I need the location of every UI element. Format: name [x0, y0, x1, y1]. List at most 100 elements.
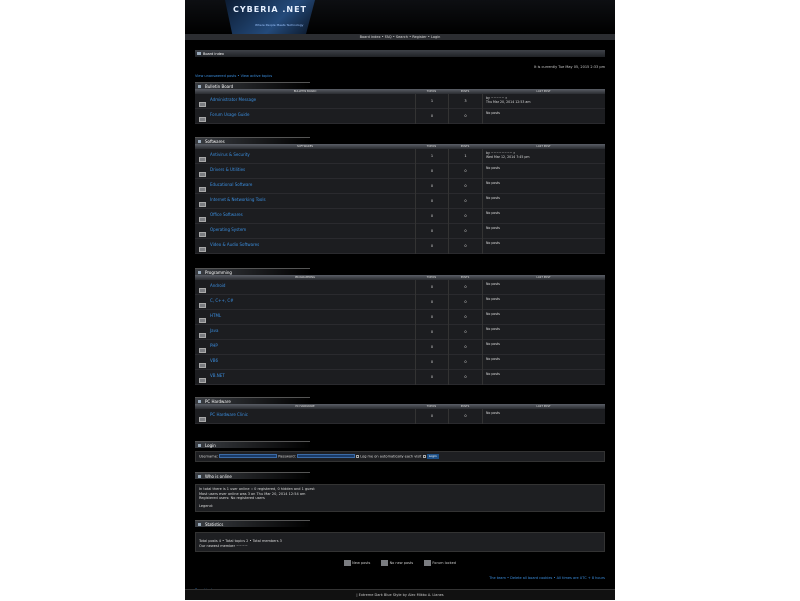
- forum-link[interactable]: Antivirus & Security: [210, 152, 250, 157]
- login-icon: [198, 444, 201, 447]
- forum-status-icon: [199, 157, 206, 162]
- forum-last-post: No posts: [482, 370, 605, 385]
- forum-row: VB6 0 0 No posts: [195, 355, 605, 370]
- hide-online-checkbox[interactable]: [422, 454, 426, 458]
- forum-section: Softwares SOFTWARES TOPICS POSTS LAST POST An…: [195, 137, 605, 254]
- forum-row: Drivers & Utilities 0 0 No posts: [195, 164, 605, 179]
- forum-link[interactable]: Java: [210, 328, 218, 333]
- forum-posts: 0: [448, 239, 482, 254]
- forum-link[interactable]: PC Hardware Clinic: [210, 412, 248, 417]
- forum-posts: 0: [448, 179, 482, 194]
- forum-topics: 0: [415, 409, 448, 424]
- forum-link[interactable]: Android: [210, 283, 225, 288]
- forum-topics: 0: [415, 239, 448, 254]
- forum-row: Antivirus & Security 1 1 by ~~~~~~~~ » Wed M…: [195, 149, 605, 164]
- login-title: Login: [205, 443, 216, 448]
- forum-topics: 0: [415, 295, 448, 310]
- section-title: PC Hardware: [195, 397, 310, 404]
- remember-checkbox[interactable]: [356, 454, 360, 458]
- forum-row: Operating System 0 0 No posts: [195, 224, 605, 239]
- breadcrumb-bar: Board index: [195, 50, 605, 57]
- forum-link[interactable]: VB6: [210, 358, 218, 363]
- forum-last-post: by ~~~~~~~~ » Wed Mar 12, 2014 7:45 pm: [482, 149, 605, 164]
- forum-status-icon: [199, 318, 206, 323]
- top-nav[interactable]: Board index • FAQ • Search • Register • …: [185, 34, 615, 40]
- online-legend: Legend:: [199, 503, 214, 508]
- forum-link[interactable]: Internet & Networking Tools: [210, 197, 266, 202]
- new-posts-icon: [344, 560, 352, 566]
- legend-locked: Forum locked: [432, 561, 456, 565]
- forum-topics: 0: [415, 325, 448, 340]
- forum-last-post: No posts: [482, 409, 605, 424]
- forum-posts: 0: [448, 164, 482, 179]
- forum-status-icon: [199, 363, 206, 368]
- stats-title: Statistics: [205, 522, 224, 527]
- forum-status-icon: [199, 303, 206, 308]
- page: CYBERIA .NET Where People Meets Technolo…: [185, 0, 615, 600]
- forum-status-icon: [199, 348, 206, 353]
- forum-link[interactable]: PHP: [210, 343, 218, 348]
- logo-title: CYBERIA .NET: [233, 5, 307, 14]
- stats-newest: Our newest member ~~~~: [199, 543, 248, 548]
- forum-link[interactable]: Drivers & Utilities: [210, 167, 245, 172]
- forum-posts: 0: [448, 340, 482, 355]
- logo-subtitle: Where People Meets Technology: [255, 23, 304, 27]
- online-registered: Registered users: No registered users: [199, 496, 265, 500]
- forum-last-post: No posts: [482, 325, 605, 340]
- forum-topics: 0: [415, 310, 448, 325]
- forum-status-icon: [199, 333, 206, 338]
- forum-last-post: No posts: [482, 194, 605, 209]
- forum-status-icon: [199, 187, 206, 192]
- forum-status-icon: [199, 247, 206, 252]
- username-label: Username:: [199, 454, 219, 459]
- breadcrumb-board-index[interactable]: Board index: [203, 52, 224, 56]
- category-icon: [198, 85, 201, 88]
- forum-last-post: No posts: [482, 355, 605, 370]
- section-title: Programming: [195, 268, 310, 275]
- forum-topics: 0: [415, 340, 448, 355]
- forum-posts: 0: [448, 409, 482, 424]
- forum-section: Programming PROGRAMMING TOPICS POSTS LAST PO…: [195, 268, 605, 385]
- quick-links[interactable]: View unanswered posts • View active topi…: [195, 74, 605, 78]
- forum-link[interactable]: Forum Usage Guide: [210, 112, 249, 117]
- username-input[interactable]: [219, 454, 278, 459]
- forum-link[interactable]: Educational Software: [210, 182, 252, 187]
- current-time: It is currently Tue May 05, 2015 2:33 pm: [534, 65, 605, 69]
- forum-link[interactable]: Operating System: [210, 227, 246, 232]
- forum-topics: 1: [415, 149, 448, 164]
- statistics-section: Statistics Total posts 4 • Total topics …: [195, 520, 605, 552]
- forum-row: HTML 0 0 No posts: [195, 310, 605, 325]
- forum-posts: 0: [448, 325, 482, 340]
- legend-no-new: No new posts: [389, 561, 414, 565]
- forum-row: Forum Usage Guide 0 0 No posts: [195, 109, 605, 124]
- section-title: Softwares: [195, 137, 310, 144]
- forum-row: Administrator Message 1 3 by ~~~~~ » Thu Mar…: [195, 94, 605, 109]
- forum-topics: 0: [415, 370, 448, 385]
- forum-topics: 0: [415, 179, 448, 194]
- forum-row: Android 0 0 No posts: [195, 280, 605, 295]
- stats-icon: [198, 523, 201, 526]
- forum-posts: 1: [448, 149, 482, 164]
- forum-posts: 0: [448, 209, 482, 224]
- forum-link[interactable]: Office Softwares: [210, 212, 243, 217]
- forum-status-icon: [199, 202, 206, 207]
- forum-row: PC Hardware Clinic 0 0 No posts: [195, 409, 605, 424]
- forum-link[interactable]: HTML: [210, 313, 221, 318]
- password-label: Password:: [278, 454, 296, 459]
- forum-posts: 0: [448, 355, 482, 370]
- forum-row: Java 0 0 No posts: [195, 325, 605, 340]
- who-is-online-section: Who is online In total there is 1 user o…: [195, 472, 605, 512]
- forum-status-icon: [199, 117, 206, 122]
- login-button[interactable]: Login: [426, 454, 439, 459]
- forum-status-icon: [199, 102, 206, 107]
- password-input[interactable]: [296, 454, 355, 459]
- forum-topics: 0: [415, 209, 448, 224]
- forum-link[interactable]: C, C++, C#: [210, 298, 234, 303]
- forum-link[interactable]: VB.NET: [210, 373, 225, 378]
- forum-posts: 0: [448, 224, 482, 239]
- bottom-links[interactable]: The team • Delete all board cookies • Al…: [489, 576, 605, 580]
- forum-row: C, C++, C# 0 0 No posts: [195, 295, 605, 310]
- forum-link[interactable]: Administrator Message: [210, 97, 256, 102]
- forum-link[interactable]: Video & Audio Softwares: [210, 242, 259, 247]
- site-logo[interactable]: CYBERIA .NET Where People Meets Technolo…: [225, 0, 315, 34]
